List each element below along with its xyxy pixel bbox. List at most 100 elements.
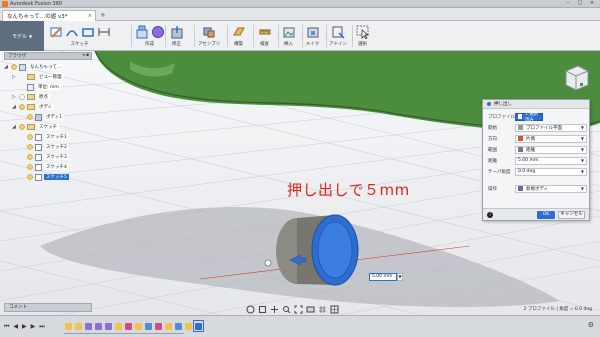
toolbar-group-make[interactable]: メイク [305, 23, 320, 49]
lightbulb-icon[interactable] [26, 153, 33, 161]
scripts-addins-icon[interactable] [331, 24, 346, 39]
folder-icon [27, 74, 35, 80]
dialog-title-bar[interactable]: 押し出し [483, 100, 589, 109]
document-tab[interactable]: なんちゃって…の遊 v3* × [2, 10, 96, 21]
pan-icon[interactable] [270, 305, 279, 314]
3d-print-icon[interactable] [305, 24, 320, 39]
tree-item-sketch5[interactable]: スケッチ5 [4, 172, 92, 182]
close-tab-icon[interactable]: × [88, 13, 92, 19]
tree-item-sketch2[interactable]: スケッチ2 [4, 142, 92, 152]
start-dropdown[interactable]: プロファイル平面 ▼ [515, 123, 587, 132]
canvas-distance-input[interactable]: 5.00 mm [369, 273, 397, 281]
lightbulb-icon[interactable] [18, 123, 25, 131]
tree-item-sketch3[interactable]: スケッチ3 [4, 152, 92, 162]
timeline-feature-icon[interactable] [154, 321, 163, 331]
tree-item-origin[interactable]: ▷ 原点 [4, 92, 92, 102]
operation-dropdown[interactable]: 新規ボディ ▼ [515, 184, 587, 193]
extrude-icon[interactable] [134, 24, 149, 39]
new-tab-icon[interactable]: + [100, 11, 106, 19]
toolbar-group-addins[interactable]: アドイン [329, 23, 347, 49]
grid-snap-icon[interactable] [318, 305, 327, 314]
press-pull-icon[interactable] [169, 24, 184, 39]
timeline-feature-icon[interactable] [134, 321, 143, 331]
browser-header[interactable]: ブラウザ ◂ ▪ [4, 52, 92, 60]
view-cube[interactable] [562, 63, 590, 91]
tree-item-view-manager[interactable]: ▷ ビュー管理 [4, 72, 92, 82]
tree-item-units[interactable]: 単位: mm [4, 82, 92, 92]
canvas-distance-dropdown[interactable]: ▼ [397, 273, 403, 281]
lightbulb-icon[interactable] [26, 113, 33, 121]
toolbar-group-select[interactable]: 選択 [355, 23, 370, 49]
maximize-icon[interactable]: □ [574, 0, 586, 7]
lightbulb-icon[interactable] [26, 173, 33, 181]
sketch-rectangle-icon[interactable] [80, 24, 95, 39]
create-sphere-icon[interactable] [150, 24, 165, 39]
display-settings-icon[interactable] [306, 305, 315, 314]
cancel-button[interactable]: キャンセル [558, 211, 585, 219]
timeline-feature-icon[interactable] [124, 321, 133, 331]
tree-item-root[interactable]: ◢ なんちゃって… [4, 62, 92, 72]
profile-selection-button[interactable]: 1 選択済み [515, 112, 543, 123]
timeline-last-icon[interactable]: ⏭ [39, 323, 44, 331]
timeline-feature-icon[interactable] [184, 321, 193, 331]
offset-plane-icon[interactable] [231, 24, 246, 39]
tree-item-sketches[interactable]: ◢ スケッチ [4, 122, 92, 132]
workspace-switcher-button[interactable]: モデル ▼ [0, 21, 44, 51]
fit-icon[interactable] [294, 305, 303, 314]
sketch-pencil-icon[interactable] [48, 24, 63, 39]
lightbulb-icon[interactable] [10, 63, 17, 71]
measure-icon[interactable] [257, 24, 272, 39]
toolbar-group-inspect[interactable]: 検査 [257, 23, 272, 49]
insert-image-icon[interactable] [281, 24, 296, 39]
distance-input[interactable]: 5.00 mm ▼ [515, 156, 587, 165]
timeline-feature-icon[interactable] [84, 321, 93, 331]
toolbar-group-construct[interactable]: 構築 [231, 23, 246, 49]
timeline-first-icon[interactable]: ⏮ [4, 323, 9, 331]
toolbar-group-assemble[interactable]: アセンブリ [198, 23, 220, 49]
timeline-feature-icon[interactable] [193, 320, 204, 332]
ok-button[interactable]: OK [537, 211, 555, 219]
minimize-icon[interactable]: – [562, 0, 574, 7]
look-at-icon[interactable] [258, 305, 267, 314]
lightbulb-icon[interactable] [26, 133, 33, 141]
timeline-feature-icon[interactable] [174, 321, 183, 331]
orbit-icon[interactable] [246, 305, 255, 314]
timeline-feature-icon[interactable] [104, 321, 113, 331]
viewports-icon[interactable] [330, 305, 339, 314]
toolbar-group-insert[interactable]: 挿入 [281, 23, 296, 49]
new-component-icon[interactable] [202, 24, 217, 39]
timeline-next-icon[interactable]: ▶ [31, 323, 36, 331]
tree-item-bodies[interactable]: ◢ ボディ [4, 102, 92, 112]
lightbulb-icon[interactable] [26, 143, 33, 151]
lightbulb-icon[interactable] [18, 93, 25, 101]
pivot-handle[interactable] [264, 259, 272, 267]
zoom-icon[interactable] [282, 305, 291, 314]
info-icon[interactable]: i [487, 211, 493, 218]
timeline-feature-icon[interactable] [64, 321, 73, 331]
direction-dropdown[interactable]: 片側 ▼ [515, 134, 587, 143]
extent-dropdown[interactable]: 距離 ▼ [515, 145, 587, 154]
lightbulb-icon[interactable] [18, 103, 25, 111]
lightbulb-icon[interactable] [26, 163, 33, 171]
close-window-icon[interactable]: × [586, 0, 598, 7]
toolbar-group-modify[interactable]: 修正 [169, 23, 184, 49]
tree-item-sketch4[interactable]: スケッチ4 [4, 162, 92, 172]
toolbar-group-sketch[interactable]: スケッチ [48, 23, 111, 49]
taper-angle-input[interactable]: 0.0 deg ▼ [515, 167, 587, 176]
tree-item-body1[interactable]: ボディ1 [4, 112, 92, 122]
timeline-feature-icon[interactable] [94, 321, 103, 331]
sketch-arc-icon[interactable] [64, 24, 79, 39]
timeline-feature-icon[interactable] [114, 321, 123, 331]
tree-item-sketch1[interactable]: スケッチ1 [4, 132, 92, 142]
timeline-feature-icon[interactable] [144, 321, 153, 331]
sketch-dimension-icon[interactable] [96, 24, 111, 39]
timeline-feature-icon[interactable] [74, 321, 83, 331]
timeline-play-icon[interactable]: ▶ [22, 323, 27, 331]
select-cursor-icon[interactable] [355, 24, 370, 39]
timeline-feature-icon[interactable] [164, 321, 173, 331]
browser-collapse-icon[interactable]: ◂ ▪ [82, 53, 89, 58]
timeline-settings-icon[interactable]: ⚙ [588, 321, 594, 329]
toolbar-group-create[interactable]: 作成 [134, 23, 165, 49]
timeline-prev-icon[interactable]: ◀ [13, 323, 18, 331]
comments-panel[interactable]: コメント [4, 303, 92, 312]
